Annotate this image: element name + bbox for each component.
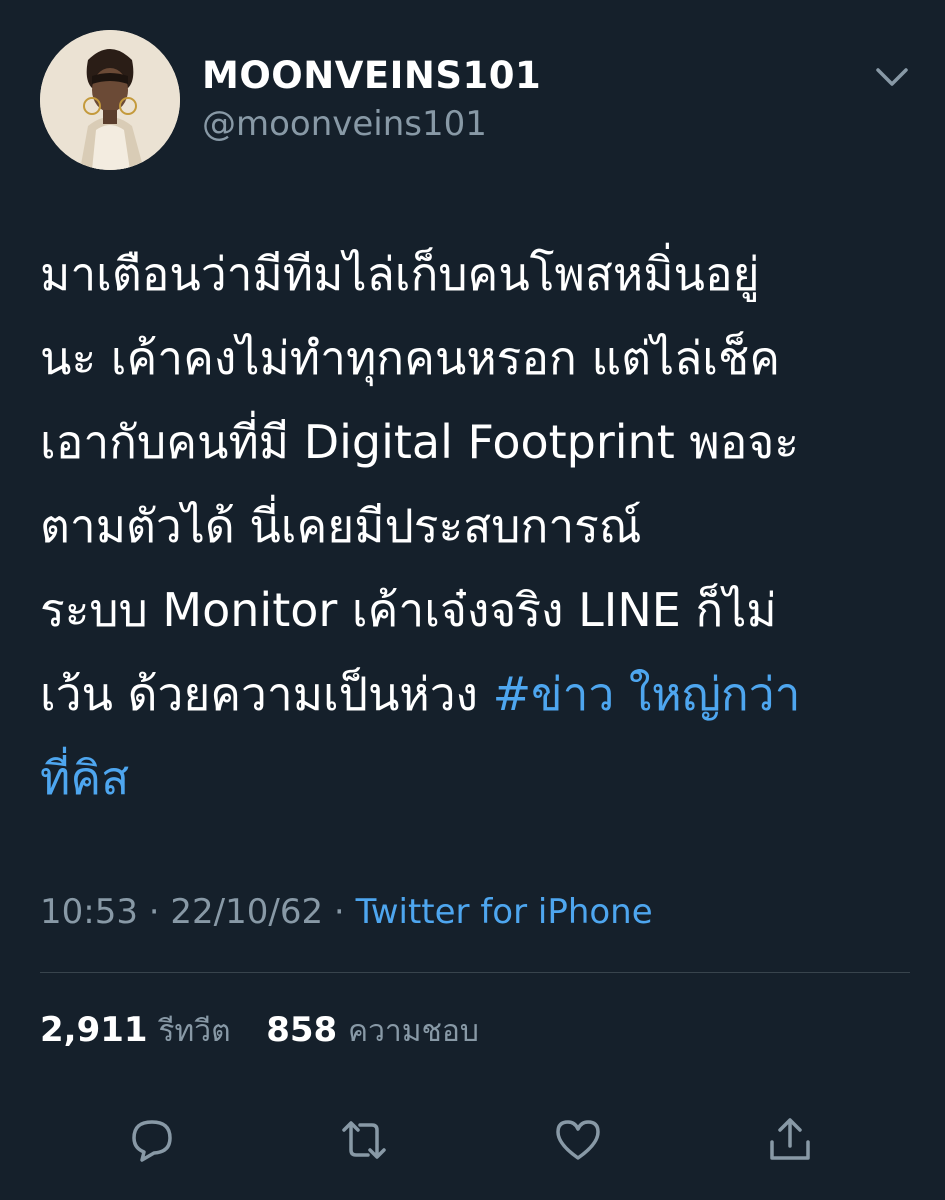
tweet-line: นะ เค้าคงไม่ทำทุกคนหรอก แต่ไล่เช็ค (40, 331, 781, 385)
likes-stat[interactable]: 858 ความชอบ (266, 1010, 479, 1050)
tweet-line: ที่คิส (40, 736, 910, 820)
share-button[interactable] (762, 1112, 818, 1168)
share-icon (770, 1118, 810, 1160)
heart-icon (556, 1120, 600, 1160)
hashtag-link[interactable]: #ข่าว ใหญ่กว่า (493, 667, 801, 721)
chevron-down-icon[interactable] (872, 62, 912, 92)
likes-label: ความชอบ (348, 1014, 479, 1049)
tweet-stats: 2,911 รีทวีต 858 ความชอบ (40, 1008, 479, 1055)
retweet-button[interactable] (336, 1112, 392, 1168)
retweets-stat[interactable]: 2,911 รีทวีต (40, 1010, 241, 1050)
tweet-line: มาเตือนว่ามีทีมไล่เก็บคนโพสหมิ่นอยู่ (40, 247, 760, 301)
like-button[interactable] (550, 1112, 606, 1168)
likes-count: 858 (266, 1010, 338, 1050)
avatar[interactable] (40, 30, 180, 170)
reply-icon (132, 1120, 172, 1162)
tweet-line: ระบบ Monitor เค้าเจ๋งจริง LINE ก็ไม่ (40, 583, 777, 637)
tweet-source-link[interactable]: Twitter for iPhone (356, 892, 653, 932)
retweets-label: รีทวีต (158, 1014, 231, 1049)
tweet-line: ตามตัวได้ นี่เคยมีประสบการณ์ (40, 499, 642, 553)
tweet-meta: 10:53 · 22/10/62 · Twitter for iPhone (40, 892, 653, 932)
tweet-date: 22/10/62 (170, 892, 324, 932)
user-handle[interactable]: @moonveins101 (202, 104, 487, 144)
divider (40, 972, 910, 973)
tweet-line-text: เว้น ด้วยความเป็นห่วง (40, 667, 493, 721)
meta-separator: · (323, 892, 356, 932)
meta-separator: · (137, 892, 171, 932)
tweet-time: 10:53 (40, 892, 138, 932)
retweets-count: 2,911 (40, 1010, 148, 1050)
avatar-illustration (40, 30, 180, 170)
tweet-line: เอากับคนที่มี Digital Footprint พอจะ (40, 415, 799, 469)
retweet-icon (342, 1121, 386, 1159)
tweet-line: เว้น ด้วยความเป็นห่วง #ข่าว ใหญ่กว่า (40, 652, 910, 736)
display-name[interactable]: MOONVEINS101 (202, 54, 541, 97)
tweet-text: มาเตือนว่ามีทีมไล่เก็บคนโพสหมิ่นอยู่ นะ … (40, 232, 910, 820)
reply-button[interactable] (124, 1112, 180, 1168)
hashtag-link-continued[interactable]: ที่คิส (40, 751, 129, 805)
